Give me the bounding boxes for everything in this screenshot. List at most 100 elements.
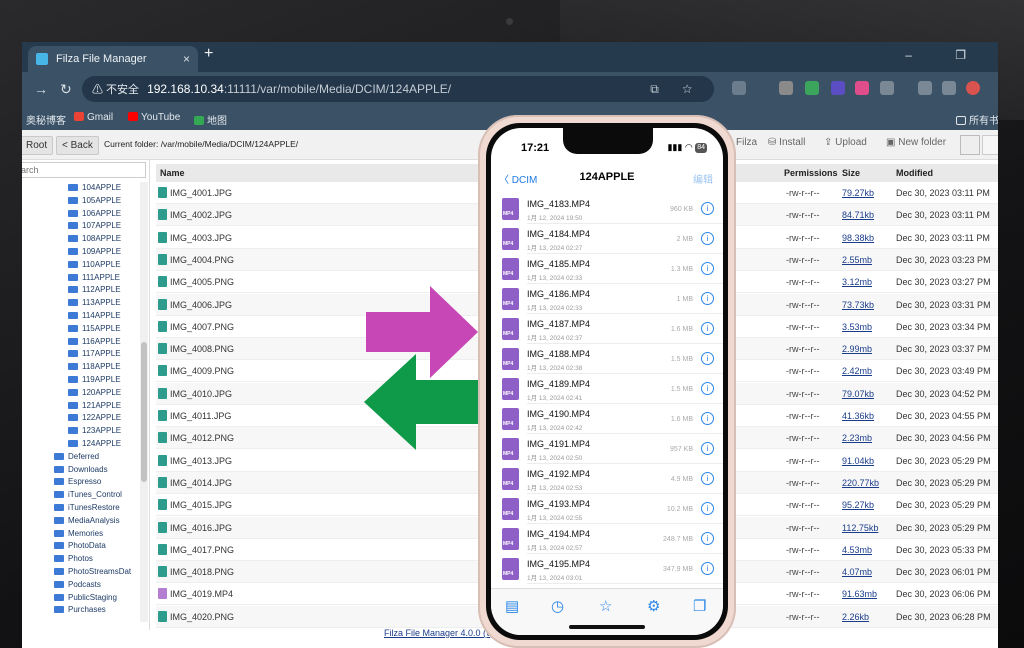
list-item[interactable]: IMG_4190.MP4 1月 13, 2024 02:42 1.6 MB i	[491, 404, 723, 434]
file-size[interactable]: 220.77kb	[842, 478, 879, 488]
file-name[interactable]: IMG_4007.PNG	[170, 322, 234, 332]
list-item[interactable]: IMG_4184.MP4 1月 13, 2024 02:27 2 MB i	[491, 224, 723, 254]
back-button[interactable]: < Back	[56, 136, 99, 155]
tree-scrollbar[interactable]	[140, 182, 148, 622]
files-tab-icon[interactable]: ▤	[505, 597, 519, 615]
col-permissions[interactable]: Permissions	[784, 168, 838, 178]
extension-icon[interactable]	[732, 81, 746, 95]
file-size[interactable]: 91.63mb	[842, 589, 877, 599]
tree-folder[interactable]: 122APPLE	[68, 412, 121, 424]
file-name[interactable]: IMG_4017.PNG	[170, 545, 234, 555]
tree-folder[interactable]: Downloads	[54, 464, 108, 476]
tree-folder[interactable]: 108APPLE	[68, 233, 121, 245]
file-size[interactable]: 79.27kb	[842, 188, 874, 198]
upload-button[interactable]: ⇪ Upload	[824, 137, 867, 148]
tree-folder[interactable]: 109APPLE	[68, 246, 121, 258]
file-size[interactable]: 91.04kb	[842, 456, 874, 466]
info-icon[interactable]: i	[701, 232, 714, 245]
grid-view-icon[interactable]	[982, 135, 998, 155]
file-name[interactable]: IMG_4010.JPG	[170, 389, 232, 399]
file-name[interactable]: IMG_4009.PNG	[170, 366, 234, 376]
info-icon[interactable]: i	[701, 352, 714, 365]
file-size[interactable]: 41.36kb	[842, 411, 874, 421]
file-size[interactable]: 4.53mb	[842, 545, 872, 555]
col-size[interactable]: Size	[842, 168, 860, 178]
forward-arrow-icon[interactable]: →	[34, 81, 48, 97]
tree-folder[interactable]: Purchases	[54, 604, 106, 616]
all-bookmarks[interactable]: 所有书	[956, 112, 998, 127]
scroll-thumb[interactable]	[141, 342, 147, 482]
file-name[interactable]: IMG_4008.PNG	[170, 344, 234, 354]
tree-folder[interactable]: Memories	[54, 528, 103, 540]
file-size[interactable]: 2.99mb	[842, 344, 872, 354]
list-item[interactable]: IMG_4189.MP4 1月 13, 2024 02:41 1.5 MB i	[491, 374, 723, 404]
file-name[interactable]: IMG_4012.PNG	[170, 433, 234, 443]
file-size[interactable]: 112.75kb	[842, 523, 878, 533]
tree-folder[interactable]: 113APPLE	[68, 297, 121, 309]
file-name[interactable]: IMG_4013.JPG	[170, 456, 232, 466]
tree-folder[interactable]: 106APPLE	[68, 208, 121, 220]
tree-folder[interactable]: Espresso	[54, 476, 101, 488]
file-size[interactable]: 2.26kb	[842, 612, 869, 622]
list-item[interactable]: IMG_4185.MP4 1月 13, 2024 02:33 1.3 MB i	[491, 254, 723, 284]
file-size[interactable]: 3.53mb	[842, 322, 872, 332]
tree-folder[interactable]: PhotoStreamsDat	[54, 566, 131, 578]
file-size[interactable]: 2.42mb	[842, 366, 872, 376]
tree-folder[interactable]: 117APPLE	[68, 348, 121, 360]
extension-icon[interactable]	[855, 81, 869, 95]
bookmark-gmail[interactable]: Gmail	[74, 112, 113, 123]
profile-avatar[interactable]	[966, 81, 980, 95]
file-size[interactable]: 4.07mb	[842, 567, 872, 577]
file-name[interactable]: IMG_4016.JPG	[170, 523, 232, 533]
search-input[interactable]	[22, 162, 146, 178]
tree-folder[interactable]: iTunes_Control	[54, 489, 122, 501]
tab-close-icon[interactable]: ×	[183, 46, 190, 72]
puzzle-icon[interactable]	[880, 81, 894, 95]
file-name[interactable]: IMG_4003.JPG	[170, 233, 232, 243]
ia-extension-icon[interactable]	[831, 81, 845, 95]
edit-button[interactable]: 编辑	[693, 171, 713, 186]
tree-folder[interactable]: 118APPLE	[68, 361, 121, 373]
list-item[interactable]: IMG_4183.MP4 1月 12, 2024 19:50 960 KB i	[491, 194, 723, 224]
file-size[interactable]: 95.27kb	[842, 500, 874, 510]
list-item[interactable]: IMG_4186.MP4 1月 13, 2024 02:33 1 MB i	[491, 284, 723, 314]
list-item[interactable]: IMG_4195.MP4 1月 13, 2024 03:01 347.9 MB i	[491, 554, 723, 584]
info-icon[interactable]: i	[701, 262, 714, 275]
tree-folder[interactable]: 115APPLE	[68, 323, 121, 335]
info-icon[interactable]: i	[701, 382, 714, 395]
browser-tab[interactable]: Filza File Manager ×	[28, 46, 198, 72]
file-name[interactable]: IMG_4011.JPG	[170, 411, 231, 421]
list-item[interactable]: IMG_4188.MP4 1月 13, 2024 02:38 1.5 MB i	[491, 344, 723, 374]
tree-folder[interactable]: 110APPLE	[68, 259, 121, 271]
tree-folder[interactable]: 105APPLE	[68, 195, 121, 207]
col-name[interactable]: Name	[160, 168, 185, 178]
bookmark-youtube[interactable]: YouTube	[128, 112, 180, 123]
info-icon[interactable]: i	[701, 292, 714, 305]
file-name[interactable]: IMG_4019.MP4	[170, 589, 233, 599]
col-modified[interactable]: Modified	[896, 168, 933, 178]
file-name[interactable]: IMG_4015.JPG	[170, 500, 232, 510]
tree-folder[interactable]: PublicStaging	[54, 592, 117, 604]
file-size[interactable]: 73.73kb	[842, 300, 874, 310]
bookmark-maps[interactable]: 地图	[194, 112, 227, 127]
tree-folder[interactable]: 107APPLE	[68, 220, 121, 232]
info-icon[interactable]: i	[701, 502, 714, 515]
file-name[interactable]: IMG_4006.JPG	[170, 300, 232, 310]
list-item[interactable]: IMG_4187.MP4 1月 13, 2024 02:37 1.6 MB i	[491, 314, 723, 344]
favorites-tab-icon[interactable]: ☆	[599, 597, 612, 615]
settings-tab-icon[interactable]: ⚙	[647, 597, 660, 615]
file-name[interactable]: IMG_4020.PNG	[170, 612, 234, 622]
file-name[interactable]: IMG_4014.JPG	[170, 478, 232, 488]
list-item[interactable]: IMG_4194.MP4 1月 13, 2024 02:57 248.7 MB i	[491, 524, 723, 554]
tree-folder[interactable]: 111APPLE	[68, 272, 120, 284]
info-icon[interactable]: i	[701, 412, 714, 425]
reload-icon[interactable]: ↻	[60, 81, 72, 98]
tree-folder[interactable]: PhotoData	[54, 540, 106, 552]
windows-tab-icon[interactable]: ❐	[693, 597, 706, 615]
file-size[interactable]: 79.07kb	[842, 389, 874, 399]
address-bar[interactable]: ⚠ 不安全 192.168.10.34:11111/var/mobile/Medi…	[82, 76, 714, 102]
install-button[interactable]: ⛁ Install	[768, 137, 805, 148]
tree-folder[interactable]: iTunesRestore	[54, 502, 120, 514]
file-size[interactable]: 98.38kb	[842, 233, 874, 243]
file-size[interactable]: 2.55mb	[842, 255, 872, 265]
